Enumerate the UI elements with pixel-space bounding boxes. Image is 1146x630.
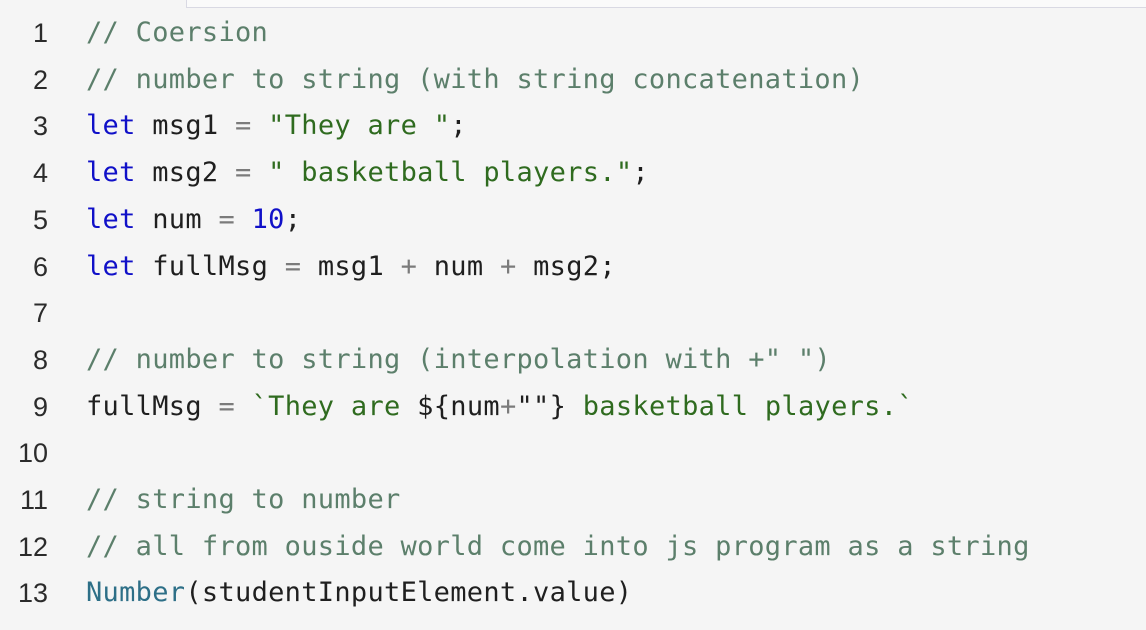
operator: + [499,250,517,282]
line-number: 10 [17,438,48,469]
identifier: fullMsg [152,250,269,282]
operator: = [218,390,236,422]
operator: = [235,157,252,189]
code-text: fullMsg = `They are ${num+""} basketball… [86,384,914,430]
editor-tab-strip [186,0,1146,8]
line-number: 3 [32,111,48,142]
identifier: num [152,203,202,235]
number-literal: 10 [251,203,285,235]
punctuation: ( [185,577,202,609]
string-literal: " basketball players." [268,157,633,189]
string-literal: "" [516,390,550,422]
identifier: msg2 [533,250,600,282]
comment: // all from ouside world come into js pr… [86,530,1030,562]
punctuation: ; [450,110,467,142]
keyword: let [86,110,136,142]
code-text: let num = 10; [86,197,301,243]
code-text: // number to string (interpolation with … [86,337,831,383]
comment: // string to number [86,484,401,515]
identifier: fullMsg [86,390,202,422]
code-text: // string to number [86,477,401,523]
code-line-3: 3 let msg1 = "They are "; [0,103,1146,149]
operator: = [218,203,236,235]
identifier: msg1 [317,250,385,282]
code-line-4: 4 let msg2 = " basketball players."; [0,150,1146,196]
keyword: let [86,157,136,189]
line-number: 5 [32,204,48,235]
comment: // Coersion [86,17,269,48]
code-line-6: 6 let fullMsg = msg1 + num + msg2; [0,244,1146,290]
keyword: let [86,203,136,235]
code-text: // Coersion [86,10,268,56]
code-text: let msg2 = " basketball players."; [86,150,649,196]
code-line-12: 12 // all from ouside world come into js… [0,524,1146,570]
code-text: let fullMsg = msg1 + num + msg2; [86,244,616,290]
code-text: // all from ouside world come into js pr… [86,524,1030,570]
operator: = [284,250,302,282]
punctuation: ; [284,203,302,235]
identifier: msg2 [152,157,219,189]
string-literal: "They are " [268,110,451,142]
code-text: Number(studentInputElement.value) [86,570,632,616]
line-number: 1 [32,18,48,48]
code-text: // number to string (with string concate… [86,57,864,103]
comment: // number to string (interpolation with … [86,343,831,375]
identifier: msg1 [152,110,219,142]
code-editor[interactable]: 1 // Coersion 2 // number to string (wit… [0,10,1146,630]
code-line-11: 11 // string to number [0,477,1146,523]
code-line-9: 9 fullMsg = `They are ${num+""} basketba… [0,384,1146,430]
function-name: Number [86,577,186,609]
line-number: 12 [17,531,48,562]
template-literal: `They are [251,390,418,422]
keyword: let [86,250,136,282]
interpolation-open: ${ [417,390,451,422]
comment: // number to string (with string concate… [86,63,865,95]
interpolation-close: } [549,390,567,422]
line-number: 6 [32,251,48,282]
punctuation: ) [615,577,633,609]
operator: + [400,250,418,282]
identifier: num [450,390,500,422]
line-number: 8 [32,344,48,375]
punctuation: ; [599,250,616,282]
identifier: studentInputElement.value [201,577,616,609]
line-number: 9 [32,391,48,422]
line-number: 11 [19,485,48,515]
code-line-7: 7 [0,290,1146,336]
operator: = [235,110,252,142]
code-line-10: 10 [0,430,1146,476]
code-line-1: 1 // Coersion [0,10,1146,56]
code-text: let msg1 = "They are "; [86,103,467,149]
line-number: 4 [32,158,48,189]
identifier: num [433,250,484,282]
line-number: 13 [17,578,48,609]
punctuation: ; [632,157,649,189]
code-line-5: 5 let num = 10; [0,197,1146,243]
template-literal: basketball players.` [566,390,914,422]
line-number: 2 [32,64,48,95]
line-number: 7 [32,298,48,329]
operator: + [499,390,517,422]
code-line-13: 13 Number(studentInputElement.value) [0,570,1146,616]
code-line-2: 2 // number to string (with string conca… [0,57,1146,103]
code-line-8: 8 // number to string (interpolation wit… [0,337,1146,383]
